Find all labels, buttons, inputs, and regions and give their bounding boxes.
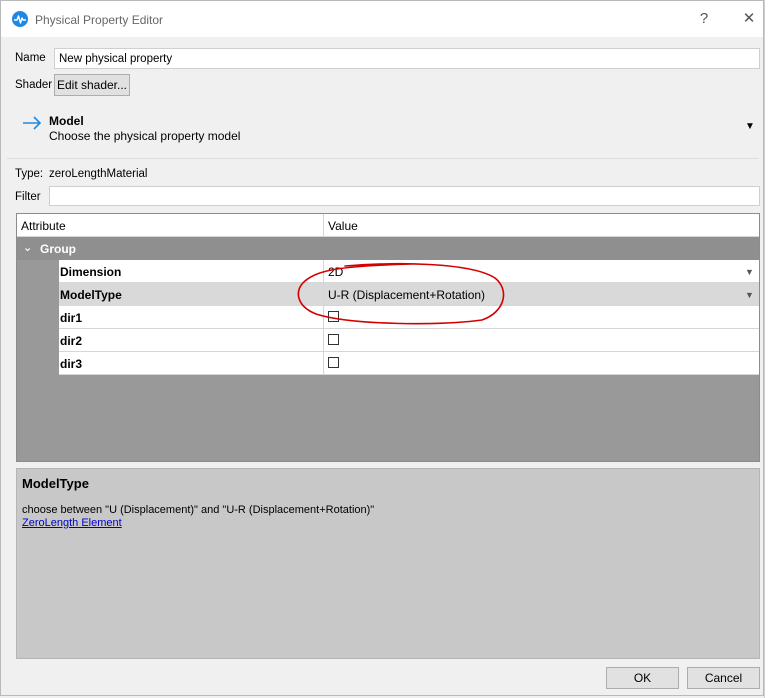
physical-property-editor-dialog: Physical Property Editor ? ✕ Name Shader…: [0, 0, 764, 696]
dropdown-arrow-icon[interactable]: ▼: [745, 290, 754, 300]
property-name: dir3: [60, 357, 83, 371]
row-indent: [17, 260, 59, 283]
dropdown-arrow-icon[interactable]: ▼: [745, 267, 754, 277]
app-icon: [12, 11, 28, 27]
attribute-column-header[interactable]: Attribute: [21, 219, 66, 233]
property-name: Dimension: [60, 265, 122, 279]
model-title: Model: [49, 114, 84, 128]
property-grid: Attribute Value ⌄ Group Dimension 2D ▼ M…: [16, 213, 760, 462]
row-divider: [323, 306, 324, 329]
modeltype-value[interactable]: U-R (Displacement+Rotation): [328, 288, 485, 302]
dir2-checkbox[interactable]: [328, 334, 339, 345]
property-row-dir3[interactable]: dir3: [17, 352, 759, 375]
window-title: Physical Property Editor: [35, 13, 164, 27]
row-divider: [323, 260, 324, 283]
row-indent: [17, 306, 59, 329]
property-row-modeltype[interactable]: ModelType U-R (Displacement+Rotation) ▼: [17, 283, 759, 306]
name-input[interactable]: [54, 48, 760, 69]
property-name: ModelType: [60, 288, 122, 302]
dimension-value[interactable]: 2D: [328, 265, 343, 279]
property-row-dir1[interactable]: dir1: [17, 306, 759, 329]
description-text: choose between "U (Displacement)" and "U…: [22, 504, 375, 516]
chevron-down-icon[interactable]: ⌄: [23, 241, 32, 254]
grid-header: Attribute Value: [17, 214, 759, 237]
arrow-right-icon: [23, 116, 42, 130]
help-button[interactable]: ?: [692, 9, 716, 29]
row-indent: [17, 352, 59, 375]
zerolength-element-link[interactable]: ZeroLength Element: [22, 517, 122, 529]
property-name: dir2: [60, 334, 83, 348]
filter-label: Filter: [15, 191, 41, 203]
row-divider: [323, 329, 324, 352]
type-value: zeroLengthMaterial: [49, 168, 148, 180]
type-label: Type:: [15, 168, 44, 180]
property-row-dimension[interactable]: Dimension 2D ▼: [17, 260, 759, 283]
description-title: ModelType: [22, 476, 89, 491]
row-divider: [323, 352, 324, 375]
model-subtitle: Choose the physical property model: [49, 129, 241, 143]
ok-button[interactable]: OK: [606, 667, 679, 689]
separator: [7, 158, 759, 159]
property-name: dir1: [60, 311, 83, 325]
shader-label: Shader: [15, 79, 53, 91]
property-row-dir2[interactable]: dir2: [17, 329, 759, 352]
background-window-edge: [764, 0, 773, 698]
dir1-checkbox[interactable]: [328, 311, 339, 322]
close-button[interactable]: ✕: [737, 9, 761, 29]
value-column-header[interactable]: Value: [328, 219, 358, 233]
chevron-down-icon[interactable]: ▼: [745, 121, 755, 132]
filter-input[interactable]: [49, 186, 760, 206]
column-divider[interactable]: [323, 214, 324, 237]
edit-shader-button[interactable]: Edit shader...: [54, 74, 130, 96]
group-label: Group: [40, 242, 76, 256]
group-row[interactable]: ⌄ Group: [17, 237, 759, 260]
title-bar: Physical Property Editor ? ✕: [1, 1, 763, 37]
name-label: Name: [15, 52, 46, 64]
dir3-checkbox[interactable]: [328, 357, 339, 368]
row-indent: [17, 283, 59, 306]
cancel-button[interactable]: Cancel: [687, 667, 760, 689]
row-divider: [323, 283, 324, 306]
row-indent: [17, 329, 59, 352]
description-panel: ModelType choose between "U (Displacemen…: [16, 468, 760, 659]
